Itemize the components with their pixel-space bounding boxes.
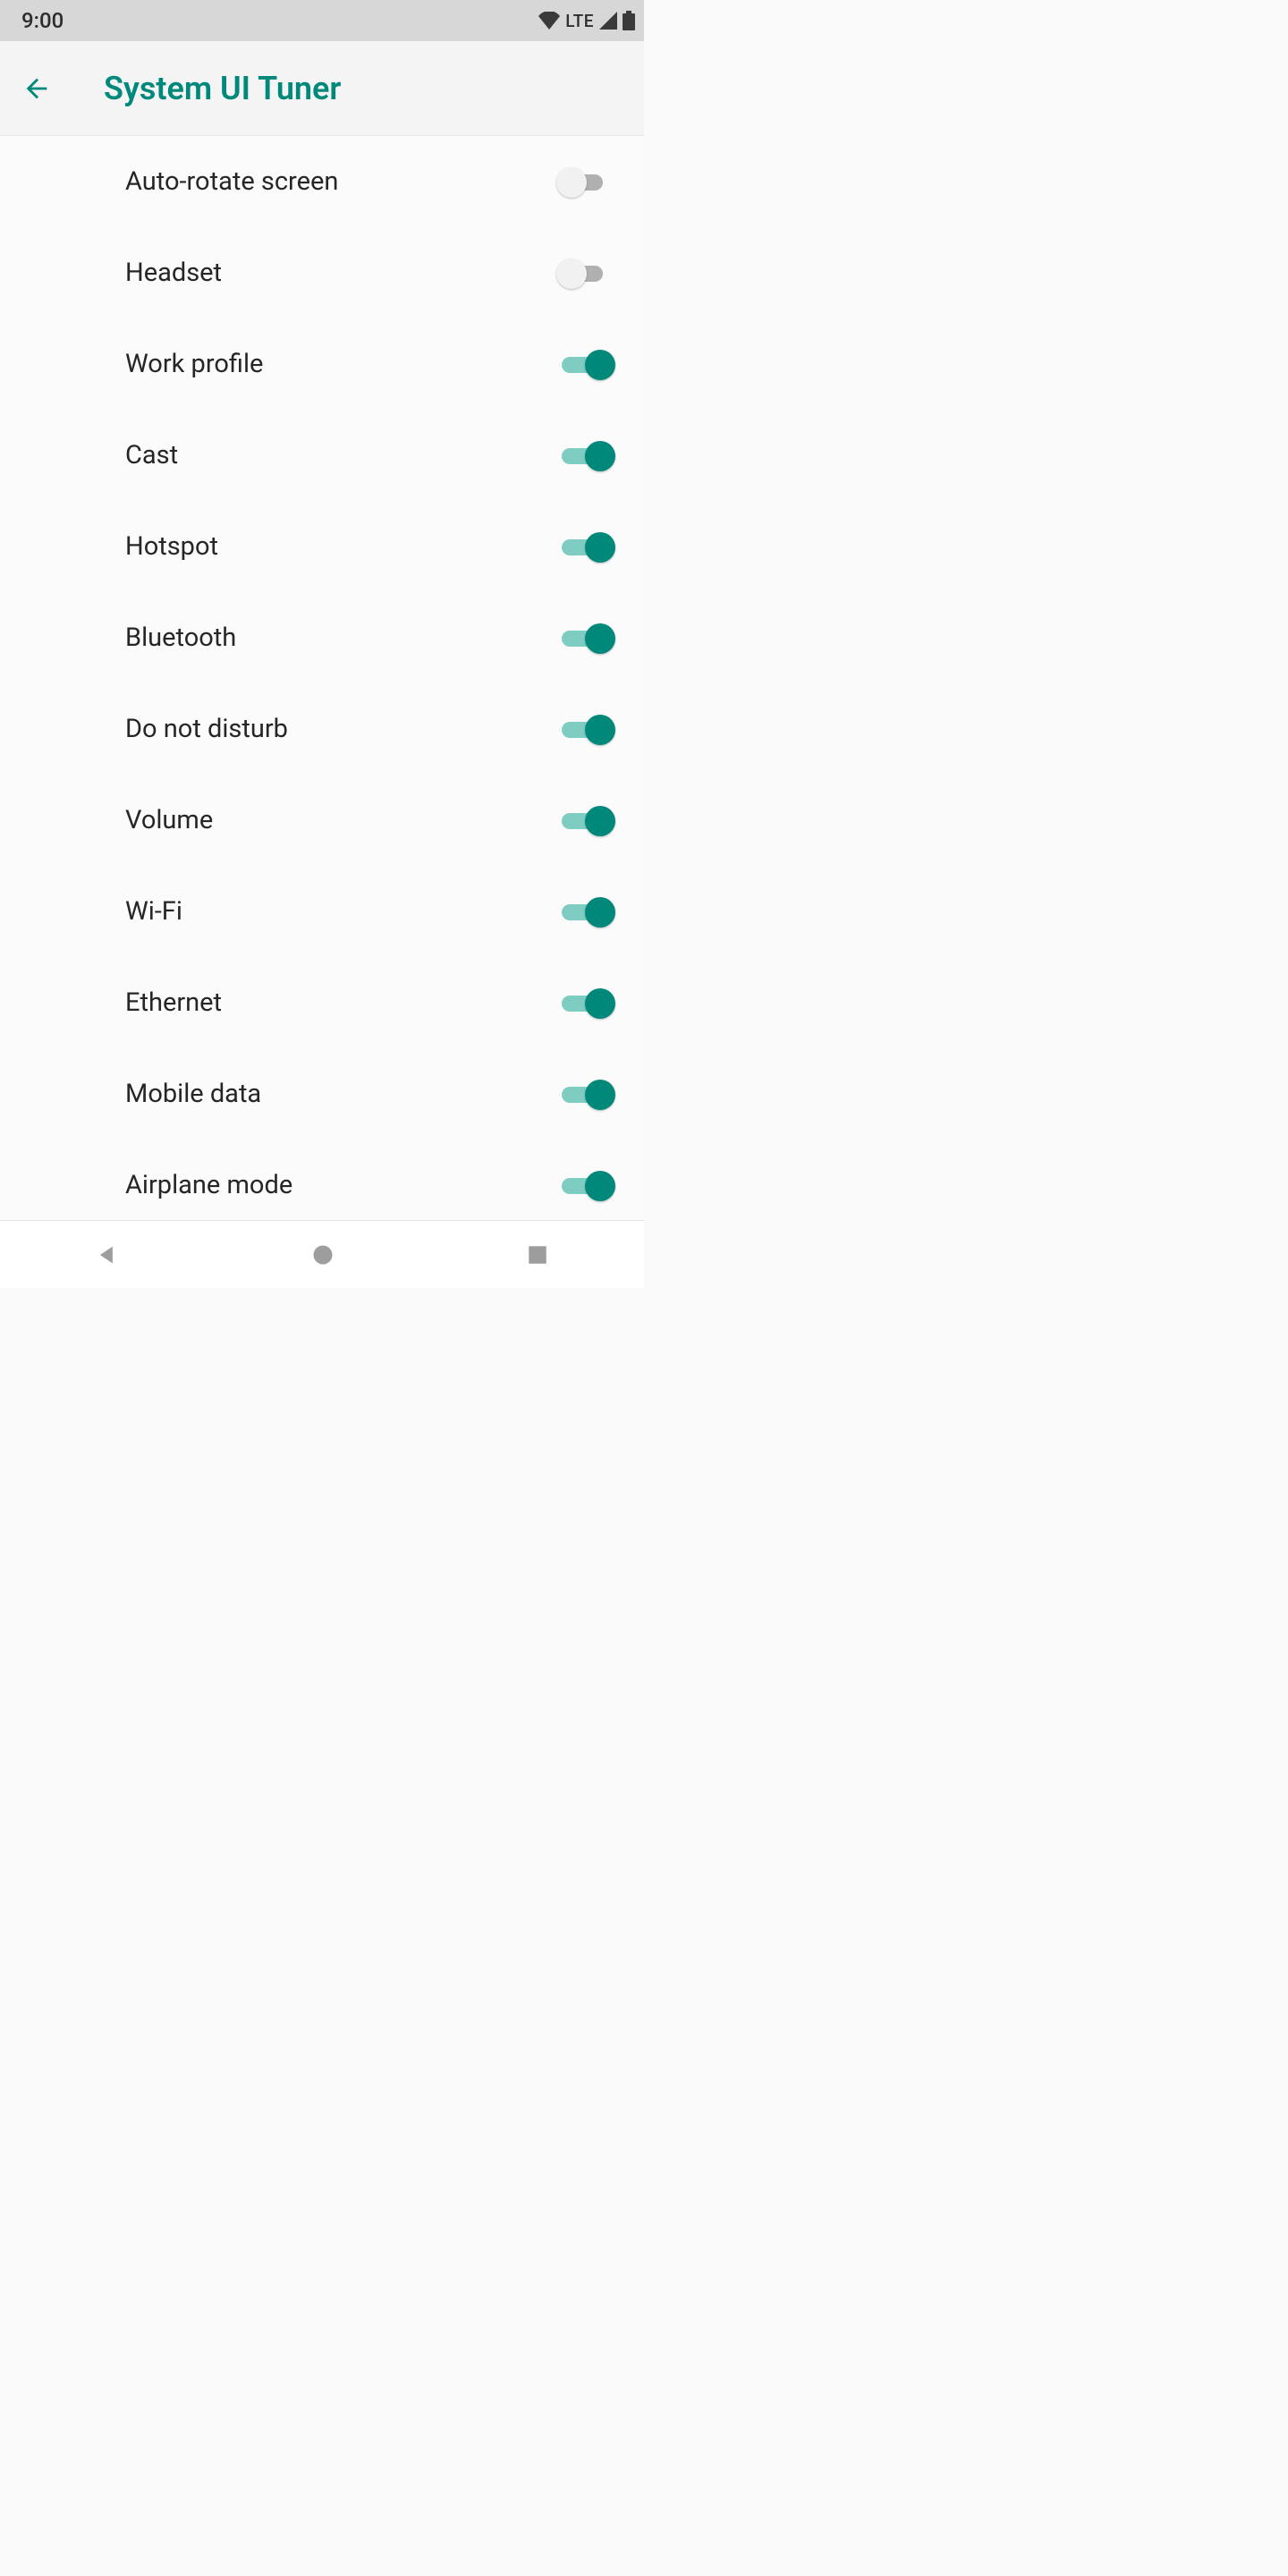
status-bar: 9:00 LTE bbox=[0, 0, 644, 41]
settings-row-wifi[interactable]: Wi-Fi bbox=[0, 866, 644, 957]
toggle-mobile-data[interactable] bbox=[558, 1076, 614, 1112]
wifi-icon bbox=[538, 12, 560, 30]
app-bar: System UI Tuner bbox=[0, 41, 644, 136]
settings-label: Wi-Fi bbox=[125, 896, 558, 927]
settings-label: Airplane mode bbox=[125, 1170, 558, 1200]
settings-label: Cast bbox=[125, 440, 558, 470]
toggle-auto-rotate[interactable] bbox=[558, 164, 614, 199]
switch-thumb bbox=[585, 350, 615, 380]
toggle-ethernet[interactable] bbox=[558, 985, 614, 1021]
settings-label: Ethernet bbox=[125, 987, 558, 1018]
arrow-back-icon bbox=[21, 73, 52, 104]
settings-label: Headset bbox=[125, 258, 558, 288]
toggle-bluetooth[interactable] bbox=[558, 620, 614, 656]
switch-thumb bbox=[585, 623, 615, 654]
settings-row-airplane[interactable]: Airplane mode bbox=[0, 1140, 644, 1220]
toggle-headset[interactable] bbox=[558, 255, 614, 291]
cell-signal-icon bbox=[599, 12, 617, 30]
nav-recent-button[interactable] bbox=[526, 1243, 549, 1267]
toggle-wifi[interactable] bbox=[558, 894, 614, 929]
settings-label: Hotspot bbox=[125, 531, 558, 562]
settings-row-mobile-data[interactable]: Mobile data bbox=[0, 1048, 644, 1140]
switch-thumb bbox=[585, 1171, 615, 1201]
status-icons: LTE bbox=[538, 11, 635, 31]
settings-label: Volume bbox=[125, 805, 558, 835]
settings-label: Auto-rotate screen bbox=[125, 166, 558, 197]
settings-row-dnd[interactable]: Do not disturb bbox=[0, 683, 644, 775]
settings-row-bluetooth[interactable]: Bluetooth bbox=[0, 592, 644, 683]
nav-home-button[interactable] bbox=[310, 1242, 335, 1267]
network-type-label: LTE bbox=[565, 11, 594, 31]
settings-label: Do not disturb bbox=[125, 714, 558, 744]
settings-row-volume[interactable]: Volume bbox=[0, 775, 644, 866]
settings-list[interactable]: Auto-rotate screen Headset Work profile Cas… bbox=[0, 136, 644, 1220]
settings-row-work-profile[interactable]: Work profile bbox=[0, 318, 644, 410]
switch-thumb bbox=[556, 258, 587, 289]
switch-thumb bbox=[585, 715, 615, 745]
settings-label: Bluetooth bbox=[125, 623, 558, 653]
toggle-volume[interactable] bbox=[558, 802, 614, 838]
settings-label: Mobile data bbox=[125, 1079, 558, 1109]
status-clock: 9:00 bbox=[21, 8, 64, 33]
settings-row-headset[interactable]: Headset bbox=[0, 227, 644, 318]
settings-row-ethernet[interactable]: Ethernet bbox=[0, 957, 644, 1048]
settings-label: Work profile bbox=[125, 349, 558, 379]
switch-thumb bbox=[585, 806, 615, 836]
switch-thumb bbox=[585, 897, 615, 928]
page-title: System UI Tuner bbox=[104, 70, 341, 107]
switch-thumb bbox=[585, 441, 615, 471]
battery-icon bbox=[623, 11, 635, 30]
back-button[interactable] bbox=[21, 64, 72, 114]
switch-thumb bbox=[556, 167, 587, 198]
navigation-bar bbox=[0, 1220, 644, 1288]
toggle-dnd[interactable] bbox=[558, 711, 614, 747]
switch-thumb bbox=[585, 1080, 615, 1110]
toggle-hotspot[interactable] bbox=[558, 529, 614, 564]
settings-row-cast[interactable]: Cast bbox=[0, 410, 644, 501]
switch-thumb bbox=[585, 532, 615, 563]
switch-thumb bbox=[585, 988, 615, 1019]
screen: 9:00 LTE System UI Tuner Auto-rotate scr… bbox=[0, 0, 644, 1288]
toggle-cast[interactable] bbox=[558, 437, 614, 473]
settings-row-hotspot[interactable]: Hotspot bbox=[0, 501, 644, 592]
toggle-work-profile[interactable] bbox=[558, 346, 614, 382]
nav-back-button[interactable] bbox=[95, 1242, 120, 1267]
settings-row-auto-rotate[interactable]: Auto-rotate screen bbox=[0, 136, 644, 227]
toggle-airplane[interactable] bbox=[558, 1167, 614, 1203]
